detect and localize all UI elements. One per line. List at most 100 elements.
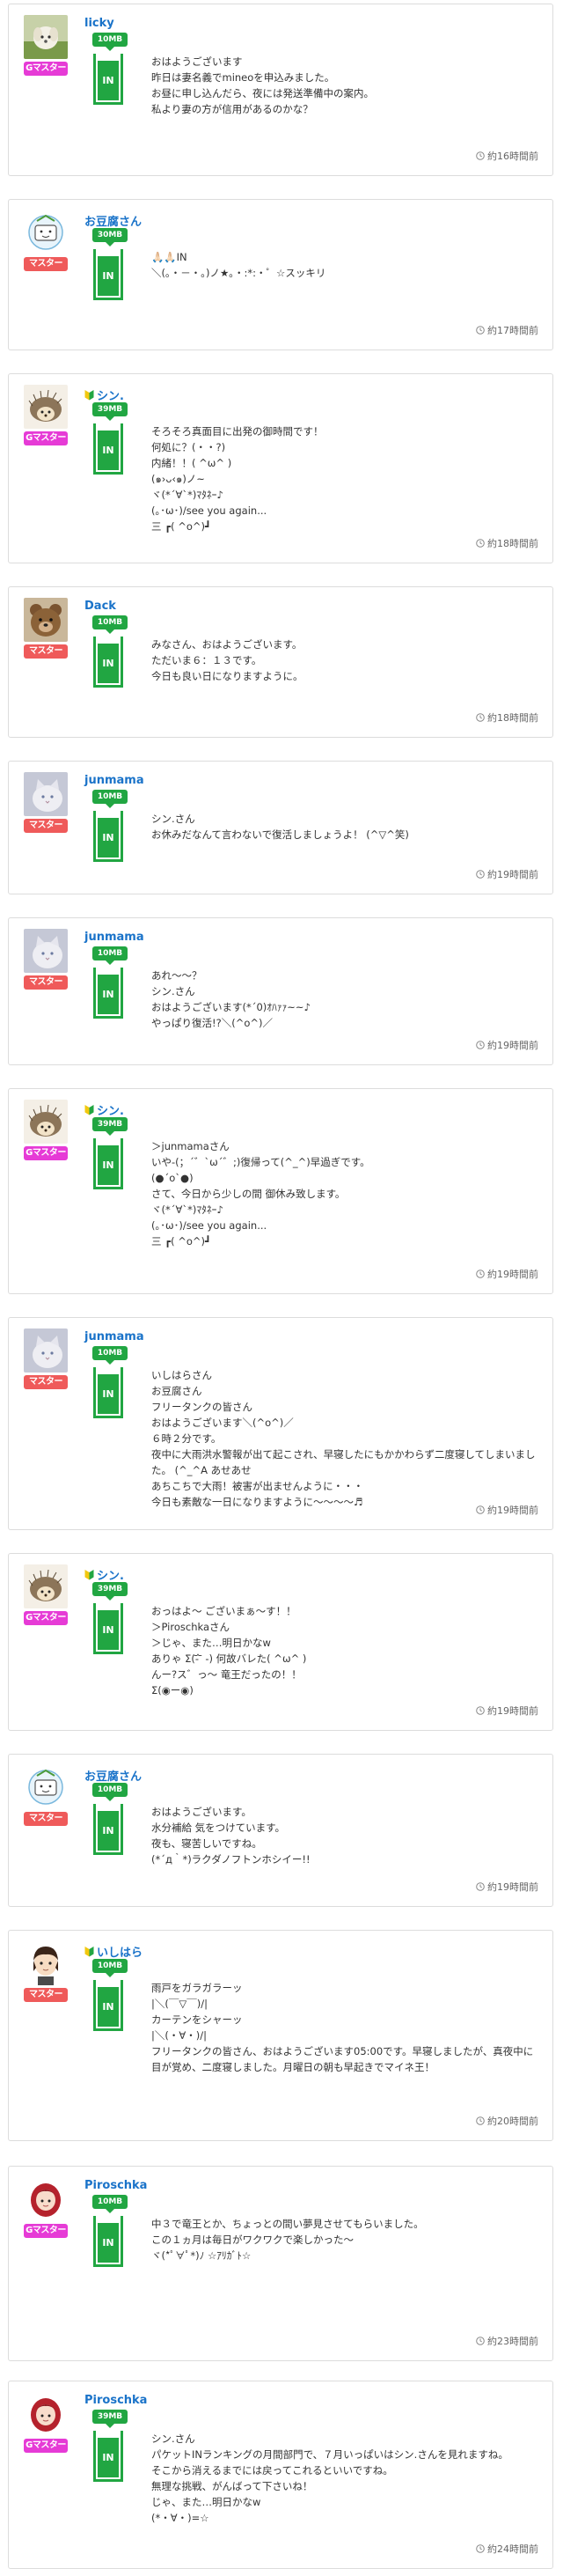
- username-text[interactable]: お豆腐さん: [84, 1767, 142, 1784]
- post-card: Gマスター licky 10MB IN おはようございます 昨日は妻名義でmine…: [8, 4, 553, 176]
- post-timestamp[interactable]: 約19時間前: [476, 1704, 538, 1718]
- tank-in-label: IN: [98, 2223, 119, 2263]
- username-link[interactable]: お豆腐さん: [84, 1767, 142, 1784]
- username-link[interactable]: お豆腐さん: [84, 212, 142, 229]
- message-line: いや-(；´゛`ω´゛;)復帰って(^_^)早過ぎです。: [151, 1156, 370, 1168]
- tank-in-icon: IN: [93, 423, 123, 475]
- boy-avatar[interactable]: [24, 1941, 68, 1985]
- post-timestamp[interactable]: 約18時間前: [476, 710, 538, 725]
- tank-in-label: IN: [98, 1610, 119, 1650]
- timestamp-text[interactable]: 約19時間前: [487, 1880, 538, 1894]
- timestamp-text[interactable]: 約18時間前: [487, 710, 538, 725]
- timestamp-text[interactable]: 約19時間前: [487, 1267, 538, 1281]
- tofu-avatar[interactable]: [24, 210, 68, 254]
- clock-icon: [476, 1706, 485, 1715]
- tank-in-label: IN: [98, 818, 119, 857]
- bear-avatar[interactable]: [24, 598, 68, 642]
- username-link[interactable]: Piroschka: [84, 2179, 147, 2192]
- post-message: みなさん、おはようございます。 ただいま６：１３です。 今日も良い日になりますように…: [151, 637, 538, 684]
- username-text[interactable]: Dack: [84, 600, 116, 613]
- timestamp-text[interactable]: 約16時間前: [487, 149, 538, 163]
- hedgehog-avatar[interactable]: [24, 1564, 68, 1608]
- message-line: おはようございます(*´0)ｵﾊｧｧ~~♪: [151, 1001, 311, 1013]
- post-timestamp[interactable]: 約19時間前: [476, 1267, 538, 1281]
- cat-avatar[interactable]: [24, 1328, 68, 1373]
- timestamp-text[interactable]: 約19時間前: [487, 1704, 538, 1718]
- arrow-down-icon: [106, 47, 114, 51]
- hedgehog-avatar[interactable]: [24, 1100, 68, 1144]
- message-line: 何処に？(・・?): [151, 441, 226, 453]
- username-text[interactable]: licky: [84, 17, 114, 30]
- username-link[interactable]: シン.: [84, 386, 124, 403]
- username-link[interactable]: シン.: [84, 1566, 124, 1583]
- timestamp-text[interactable]: 約20時間前: [487, 2114, 538, 2128]
- username-text[interactable]: junmama: [84, 1330, 144, 1343]
- tank-in-icon: IN: [93, 637, 123, 688]
- message-line: シン.さん: [151, 985, 195, 997]
- username-text[interactable]: お豆腐さん: [84, 212, 142, 229]
- post-message: シン.さん お休みだなんて言わないで復活しましょうよ！ (^▽^笑): [151, 811, 538, 843]
- post-message: 中３で竜王とか、ちょっとの間い夢見させてもらいました。 この１ヵ月は毎日がワクワク…: [151, 2216, 538, 2263]
- cat-avatar[interactable]: [24, 772, 68, 816]
- message-line: 夜中に大雨洪水警報が出て起こされ、早寝したにもかかわらず二度寝してしまいました。…: [151, 1448, 536, 1476]
- post-card: Gマスター Piroschka 39MB IN シン.さん パケットINランキング…: [8, 2381, 553, 2569]
- username-link[interactable]: シン.: [84, 1101, 124, 1118]
- message-line: 私より妻の方が信用があるのかな？: [151, 103, 313, 115]
- dog-avatar[interactable]: [24, 15, 68, 59]
- tank-in-icon: IN: [93, 968, 123, 1019]
- post-timestamp[interactable]: 約24時間前: [476, 2542, 538, 2556]
- cat-avatar[interactable]: [24, 929, 68, 973]
- post-timestamp[interactable]: 約23時間前: [476, 2334, 538, 2348]
- tank-in-icon: IN: [93, 2216, 123, 2267]
- post-message: おっはよ～ ございまぁ～す！！ ＞Piroschkaさん ＞じゃ、また…明日かなw あ…: [151, 1603, 538, 1698]
- message-line: 内緒！！( ^ω^ ): [151, 457, 232, 469]
- username-text[interactable]: いしはら: [97, 1943, 143, 1960]
- post-timestamp[interactable]: 約17時間前: [476, 323, 538, 337]
- hedgehog-avatar[interactable]: [24, 385, 68, 429]
- username-text[interactable]: junmama: [84, 774, 144, 787]
- message-line: みなさん、おはようございます。: [151, 638, 303, 651]
- post-timestamp[interactable]: 約19時間前: [476, 1503, 538, 1517]
- data-amount-badge: 39MB: [92, 402, 128, 416]
- rank-badge: マスター: [24, 257, 68, 271]
- username-text[interactable]: Piroschka: [84, 2179, 147, 2192]
- username-link[interactable]: junmama: [84, 931, 144, 944]
- username-link[interactable]: Piroschka: [84, 2394, 147, 2407]
- timestamp-text[interactable]: 約24時間前: [487, 2542, 538, 2556]
- tank-in-icon: IN: [93, 1367, 123, 1418]
- timestamp-text[interactable]: 約19時間前: [487, 1038, 538, 1052]
- username-text[interactable]: シン.: [97, 386, 124, 403]
- message-line: おっはよ～ ございまぁ～す！！: [151, 1605, 296, 1617]
- message-line: 雨戸をガラガラーッ: [151, 1982, 243, 1994]
- timestamp-text[interactable]: 約19時間前: [487, 1503, 538, 1517]
- post-timestamp[interactable]: 約19時間前: [476, 1038, 538, 1052]
- girl-avatar[interactable]: [24, 2177, 68, 2221]
- post-message: ＞junmamaさん いや-(；´゛`ω´゛;)復帰って(^_^)早過ぎです。 (●…: [151, 1138, 538, 1249]
- tank-in-icon: IN: [93, 54, 123, 105]
- timestamp-text[interactable]: 約19時間前: [487, 867, 538, 881]
- username-link[interactable]: licky: [84, 17, 114, 30]
- post-card: マスター お豆腐さん 30MB IN 🙏🏻🙏🏻IN ＼(｡・－・｡)ノ★｡・:*:…: [8, 199, 553, 350]
- username-link[interactable]: いしはら: [84, 1943, 143, 1960]
- username-link[interactable]: junmama: [84, 774, 144, 787]
- post-timestamp[interactable]: 約19時間前: [476, 1880, 538, 1894]
- username-text[interactable]: Piroschka: [84, 2394, 147, 2407]
- message-line: この１ヵ月は毎日がワクワクで楽しかった〜: [151, 2234, 354, 2246]
- timestamp-text[interactable]: 約18時間前: [487, 536, 538, 550]
- post-card: マスター junmama 10MB IN シン.さん お休みだなんて言わないで復活…: [8, 761, 553, 894]
- post-timestamp[interactable]: 約18時間前: [476, 536, 538, 550]
- girl-avatar[interactable]: [24, 2392, 68, 2436]
- username-link[interactable]: Dack: [84, 600, 116, 613]
- post-timestamp[interactable]: 約16時間前: [476, 149, 538, 163]
- username-text[interactable]: シン.: [97, 1101, 124, 1118]
- username-link[interactable]: junmama: [84, 1330, 144, 1343]
- post-timestamp[interactable]: 約19時間前: [476, 867, 538, 881]
- timestamp-text[interactable]: 約23時間前: [487, 2334, 538, 2348]
- message-line: (●´ο`●): [151, 1172, 194, 1184]
- username-text[interactable]: junmama: [84, 931, 144, 944]
- timestamp-text[interactable]: 約17時間前: [487, 323, 538, 337]
- post-timestamp[interactable]: 約20時間前: [476, 2114, 538, 2128]
- tofu-avatar[interactable]: [24, 1765, 68, 1809]
- username-text[interactable]: シン.: [97, 1566, 124, 1583]
- data-amount-badge: 10MB: [92, 1959, 128, 1973]
